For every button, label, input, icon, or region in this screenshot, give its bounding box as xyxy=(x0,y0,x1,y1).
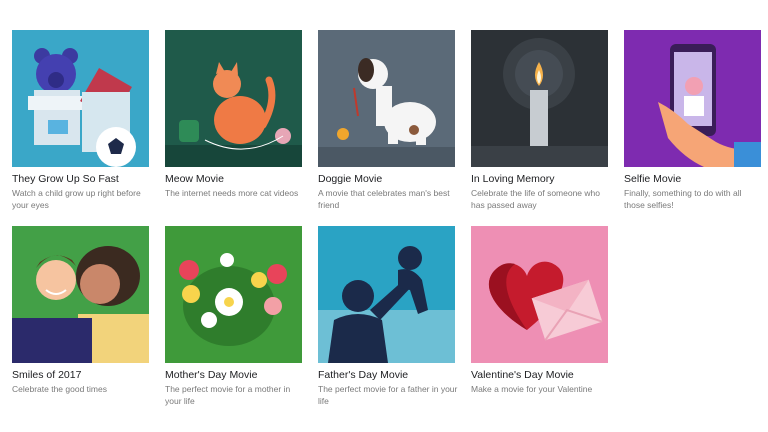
flower-bouquet-illustration xyxy=(165,226,302,363)
couple-illustration xyxy=(12,226,149,363)
dog-illustration xyxy=(318,30,455,167)
card-mothers-day-movie[interactable]: Mother's Day Movie The perfect movie for… xyxy=(165,226,302,407)
card-title: In Loving Memory xyxy=(471,173,555,185)
card-description: Celebrate the good times xyxy=(12,384,107,394)
card-title: Selfie Movie xyxy=(624,173,682,185)
card-title: Valentine's Day Movie xyxy=(471,369,574,381)
thumbnail-doggie-movie xyxy=(318,30,455,167)
thumbnail-fathers-day-movie xyxy=(318,226,455,363)
selfie-phone-illustration xyxy=(624,30,761,167)
card-title: Mother's Day Movie xyxy=(165,369,258,381)
card-title: Meow Movie xyxy=(165,173,224,185)
card-doggie-movie[interactable]: Doggie Movie A movie that celebrates man… xyxy=(318,30,455,211)
card-valentines-day-movie[interactable]: Valentine's Day Movie Make a movie for y… xyxy=(471,226,608,396)
card-meow-movie[interactable]: Meow Movie The internet needs more cat v… xyxy=(165,30,302,200)
card-title: Father's Day Movie xyxy=(318,369,409,381)
thumbnail-smiles-of-2017 xyxy=(12,226,149,363)
toys-illustration xyxy=(12,30,149,167)
cat-illustration xyxy=(165,30,302,167)
card-description: A movie that celebrates man's best frien… xyxy=(318,188,450,210)
card-description: The perfect movie for a mother in your l… xyxy=(165,384,291,406)
father-child-illustration xyxy=(318,226,455,363)
movie-template-grid: They Grow Up So Fast Watch a child grow … xyxy=(0,0,768,432)
thumbnail-in-loving-memory xyxy=(471,30,608,167)
card-title: Smiles of 2017 xyxy=(12,369,82,381)
card-description: Make a movie for your Valentine xyxy=(471,384,593,394)
card-smiles-of-2017[interactable]: Smiles of 2017 Celebrate the good times xyxy=(12,226,149,396)
candle-illustration xyxy=(471,30,608,167)
thumbnail-selfie-movie xyxy=(624,30,761,167)
thumbnail-mothers-day-movie xyxy=(165,226,302,363)
card-description: Celebrate the life of someone who has pa… xyxy=(471,188,600,210)
card-description: Finally, something to do with all those … xyxy=(624,188,742,210)
card-in-loving-memory[interactable]: In Loving Memory Celebrate the life of s… xyxy=(471,30,608,211)
card-description: Watch a child grow up right before your … xyxy=(12,188,141,210)
thumbnail-they-grow-up-so-fast xyxy=(12,30,149,167)
card-they-grow-up-so-fast[interactable]: They Grow Up So Fast Watch a child grow … xyxy=(12,30,149,211)
card-title: They Grow Up So Fast xyxy=(12,173,119,185)
card-fathers-day-movie[interactable]: Father's Day Movie The perfect movie for… xyxy=(318,226,458,407)
card-description: The perfect movie for a father in your l… xyxy=(318,384,458,406)
thumbnail-valentines-day-movie xyxy=(471,226,608,363)
thumbnail-meow-movie xyxy=(165,30,302,167)
card-title: Doggie Movie xyxy=(318,173,383,185)
card-description: The internet needs more cat videos xyxy=(165,188,299,198)
heart-envelope-illustration xyxy=(471,226,608,363)
card-selfie-movie[interactable]: Selfie Movie Finally, something to do wi… xyxy=(624,30,761,211)
